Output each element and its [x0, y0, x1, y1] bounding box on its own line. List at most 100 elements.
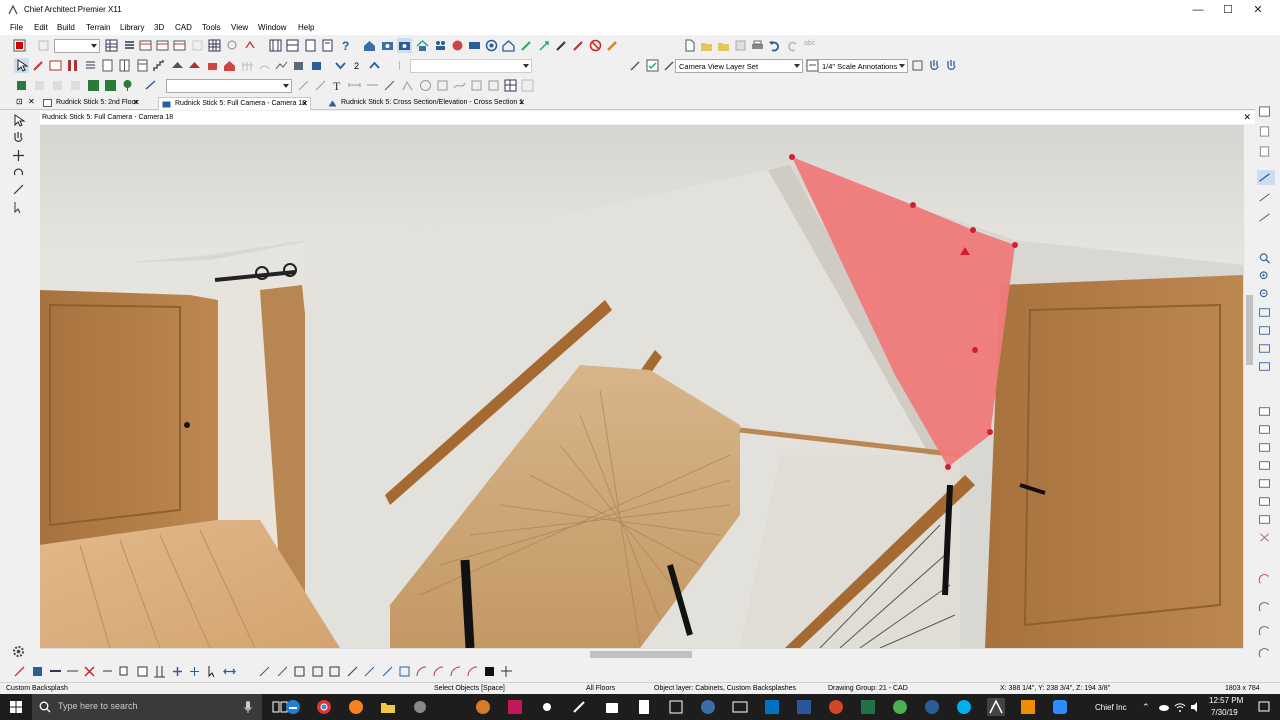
cut-icon[interactable]	[100, 664, 115, 679]
menu-edit[interactable]: Edit	[34, 23, 48, 32]
columns-icon[interactable]	[268, 38, 283, 53]
split-view-icon[interactable]	[392, 58, 407, 73]
select-objects-icon[interactable]	[14, 58, 29, 73]
eyedropper-icon[interactable]	[571, 38, 586, 53]
target-icon[interactable]	[484, 38, 499, 53]
menu-cad[interactable]: CAD	[175, 23, 192, 32]
undo-zoom-icon[interactable]	[1257, 341, 1275, 356]
blank-2-dropdown[interactable]	[410, 59, 532, 73]
paint-icon[interactable]	[605, 38, 620, 53]
gray-box-icon[interactable]	[32, 78, 47, 93]
redo-icon[interactable]	[785, 38, 800, 53]
pen-app-icon[interactable]	[570, 698, 588, 716]
maximize-button[interactable]: ☐	[1213, 3, 1243, 17]
brightness-icon[interactable]	[538, 698, 556, 716]
dimension-2-icon[interactable]	[365, 78, 380, 93]
menu-tools[interactable]: Tools	[202, 23, 221, 32]
move-arrows-icon[interactable]	[11, 148, 26, 163]
grid-view-icon[interactable]	[104, 38, 119, 53]
tab-2nd-floor[interactable]: Rudnick Stick 5: 2nd Floor ✕	[40, 97, 142, 110]
page-icon[interactable]	[1257, 124, 1275, 139]
framing-icon[interactable]	[205, 58, 220, 73]
elevation-tool-icon[interactable]	[362, 664, 377, 679]
close-tab-icon[interactable]: ✕	[518, 98, 525, 107]
cabinet-2-icon[interactable]	[117, 58, 132, 73]
dimension-icon[interactable]	[347, 78, 362, 93]
render-icon[interactable]	[450, 38, 465, 53]
close-tabs-icon[interactable]: ✕	[28, 97, 35, 106]
taskbar-search-input[interactable]: Type here to search	[32, 694, 262, 720]
rotate-icon[interactable]	[11, 165, 26, 180]
copy-icon[interactable]	[117, 664, 132, 679]
list-icon[interactable]	[122, 38, 137, 53]
full-camera-icon[interactable]	[397, 38, 412, 53]
camera-icon[interactable]	[380, 38, 395, 53]
orbit-icon[interactable]	[11, 200, 26, 215]
layout-icon[interactable]	[285, 38, 300, 53]
tools-icon[interactable]	[225, 38, 240, 53]
blank-dropdown[interactable]	[54, 39, 100, 53]
arc-tool-3-icon[interactable]	[1257, 624, 1275, 639]
fill-window-2-icon[interactable]	[1257, 323, 1275, 338]
floor-down-icon[interactable]	[333, 58, 348, 73]
spline-icon[interactable]	[452, 78, 467, 93]
material-icon[interactable]	[86, 78, 101, 93]
layer-6-icon[interactable]	[1257, 494, 1275, 509]
tray-chevron-icon[interactable]: ⌃	[1142, 702, 1150, 720]
arc-tool-icon[interactable]	[1257, 572, 1275, 587]
resize-icon[interactable]	[380, 664, 395, 679]
arc-tool-4-icon[interactable]	[1257, 646, 1275, 661]
minimize-button[interactable]: —	[1183, 3, 1213, 17]
menu-window[interactable]: Window	[258, 23, 286, 32]
home-view-icon[interactable]	[501, 38, 516, 53]
blank-2-icon[interactable]	[190, 38, 205, 53]
store-icon[interactable]	[603, 698, 621, 716]
arc-icon[interactable]	[257, 58, 272, 73]
layer-4-icon[interactable]	[1257, 458, 1275, 473]
stairs-icon[interactable]	[152, 58, 167, 73]
green-box-icon[interactable]	[14, 78, 29, 93]
open-object-icon[interactable]	[30, 664, 45, 679]
edge-browser-icon[interactable]	[284, 698, 302, 716]
notifications-icon[interactable]	[1258, 701, 1270, 713]
layer-icon[interactable]	[1257, 404, 1275, 419]
fillet-3-icon[interactable]	[414, 664, 429, 679]
save-icon[interactable]	[733, 38, 748, 53]
snap-icon[interactable]	[1257, 170, 1275, 185]
add-point-icon[interactable]	[170, 664, 185, 679]
hand-icon[interactable]	[927, 58, 942, 73]
select-arrow-icon[interactable]	[11, 113, 26, 128]
layer-5-icon[interactable]	[1257, 476, 1275, 491]
text-icon[interactable]: T	[330, 78, 345, 93]
blank-icon[interactable]	[36, 38, 51, 53]
paint-bucket-icon[interactable]	[345, 664, 360, 679]
volume-icon[interactable]	[1190, 701, 1202, 713]
restore-icon[interactable]: ⊡	[16, 97, 23, 106]
print-icon[interactable]	[750, 38, 765, 53]
delete-icon[interactable]	[82, 664, 97, 679]
layer-check-icon[interactable]	[645, 58, 660, 73]
close-view-icon[interactable]: ✕	[1243, 112, 1251, 123]
hand-2-icon[interactable]	[944, 58, 959, 73]
network-icon[interactable]	[1174, 701, 1186, 713]
box-2-icon[interactable]	[309, 58, 324, 73]
vertical-scrollbar[interactable]	[1243, 125, 1254, 648]
tab-cross-section[interactable]: Rudnick Stick 5: Cross Section/Elevation…	[325, 97, 527, 110]
zoom-app-icon[interactable]	[1051, 698, 1069, 716]
people-icon[interactable]	[433, 38, 448, 53]
roof-icon[interactable]	[170, 58, 185, 73]
blank-3-dropdown[interactable]	[166, 79, 292, 93]
horizontal-scroll-thumb[interactable]	[590, 651, 692, 658]
library-icon[interactable]	[1257, 104, 1275, 119]
outlook-icon[interactable]	[763, 698, 781, 716]
menu-view[interactable]: View	[231, 23, 248, 32]
fillet-6-icon[interactable]	[465, 664, 480, 679]
menu-build[interactable]: Build	[57, 23, 75, 32]
green-app-icon[interactable]	[891, 698, 909, 716]
dormer-icon[interactable]	[187, 58, 202, 73]
tab-full-camera[interactable]: Rudnick Stick 5: Full Camera - Camera 18…	[158, 97, 312, 110]
schedule-icon[interactable]	[138, 38, 153, 53]
material-2-icon[interactable]	[103, 78, 118, 93]
close-tab-icon[interactable]: ✕	[133, 98, 140, 107]
next-icon[interactable]	[12, 664, 27, 679]
